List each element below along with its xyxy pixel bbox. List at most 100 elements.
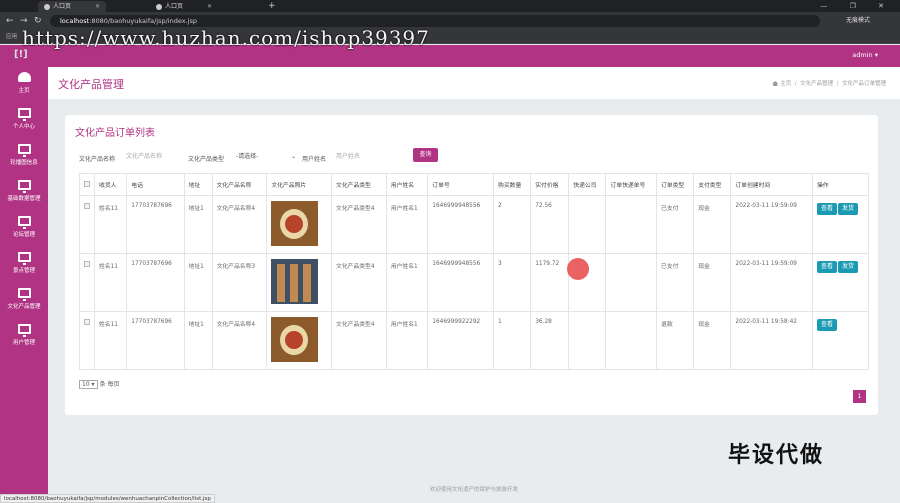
search-button[interactable]: 查询: [413, 148, 438, 162]
cell-actions: 查看: [812, 311, 869, 370]
cell-created: 2022-03-11 19:59:09: [730, 195, 813, 254]
page-size-select[interactable]: 10 ▾: [79, 380, 98, 389]
window-controls[interactable]: — ❐ ✕: [820, 0, 894, 12]
sidebar-item-users[interactable]: 用户管理: [0, 319, 48, 355]
cell-price: 1179.72: [530, 253, 570, 312]
view-button[interactable]: 查看: [817, 319, 838, 331]
new-tab-button[interactable]: +: [268, 0, 276, 12]
order-list-card: 文化产品订单列表 文化产品名称 文化产品名称 文化产品类型 -请选择- ⌄ 用户姓…: [65, 115, 878, 415]
col-pay-type: 支付类型: [693, 173, 732, 196]
select-all-checkbox[interactable]: [79, 173, 95, 196]
incognito-profile[interactable]: 无痕模式: [846, 15, 870, 27]
watermark-url: https://www.huzhan.com/ishop39397: [22, 26, 430, 50]
cell-product-type: 文化产品类型4: [331, 311, 387, 370]
view-button[interactable]: 查看: [817, 203, 838, 215]
cell-actions: 查看 发货: [812, 253, 869, 312]
monitor-icon: [17, 324, 31, 337]
page-title: 文化产品管理: [58, 78, 124, 91]
col-product-photo: 文化产品照片: [266, 173, 333, 196]
page-1-button[interactable]: 1: [853, 390, 866, 403]
page-size-label: 条 每页: [99, 381, 120, 388]
cell-quantity: 1: [493, 311, 532, 370]
sidebar-item-culture-products[interactable]: 文化产品管理: [0, 283, 48, 319]
page-size-control: 10 ▾ 条 每页: [79, 379, 119, 389]
page-footer: 欢迎使用文化遗产的保护与旅游开发: [429, 487, 518, 493]
cell-price: 72.56: [530, 195, 570, 254]
sidebar-item-basic-data[interactable]: 基础数据管理: [0, 175, 48, 211]
close-icon[interactable]: ✕: [207, 3, 212, 10]
col-actions: 操作: [812, 173, 869, 196]
monitor-icon: [17, 288, 31, 301]
col-order-type: 订单类型: [656, 173, 695, 196]
browser-tab-2[interactable]: 人口页 ✕: [150, 1, 218, 12]
browser-status-bar: localhost:8080/baohuyukaifa/jsp/modules/…: [0, 494, 215, 503]
cell-phone: 17703787696: [126, 195, 185, 254]
cell-user-name: 用户姓名1: [385, 311, 429, 370]
sidebar-item-home[interactable]: 主页: [0, 67, 48, 103]
globe-icon: [156, 3, 162, 10]
cell-order-type: 已支付: [656, 253, 695, 312]
ship-button[interactable]: 发货: [838, 203, 859, 215]
sidebar-item-scenic[interactable]: 景点管理: [0, 247, 48, 283]
sidebar-item-carousel[interactable]: 轮播图信息: [0, 139, 48, 175]
col-tracking: 订单快递单号: [605, 173, 658, 196]
col-receiver: 收货人: [93, 173, 128, 196]
product-name-label: 文化产品名称: [79, 156, 116, 163]
row-checkbox[interactable]: [79, 311, 95, 370]
browser-tab-1[interactable]: 人口页 ✕: [38, 1, 107, 12]
monitor-icon: [17, 252, 31, 265]
sidebar-item-forum[interactable]: 论坛管理: [0, 211, 48, 247]
view-button[interactable]: 查看: [817, 261, 838, 273]
cell-user-name: 用户姓名1: [385, 253, 429, 312]
cell-tracking: [605, 253, 658, 312]
cell-courier: [568, 195, 607, 254]
cell-pay-type: 现金: [693, 253, 732, 312]
col-created: 订单创建时间: [730, 173, 813, 196]
col-product-name: 文化产品名称: [211, 173, 268, 196]
monitor-icon: [17, 216, 31, 229]
cell-order-type: 已支付: [656, 195, 695, 254]
user-menu[interactable]: admin ▾: [852, 51, 878, 59]
monitor-icon: [17, 180, 31, 193]
cell-actions: 查看 发货: [812, 195, 869, 254]
user-name-input[interactable]: 用户姓名: [334, 151, 394, 163]
overlay-caption: 毕设代做: [728, 443, 825, 468]
ship-button[interactable]: 发货: [838, 261, 859, 273]
cell-product-photo: [266, 195, 333, 254]
sidebar-item-profile[interactable]: 个人中心: [0, 103, 48, 139]
cell-user-name: 用户姓名1: [385, 195, 429, 254]
cell-product-type: 文化产品类型4: [331, 253, 387, 312]
cell-pay-type: 现金: [693, 311, 732, 370]
row-checkbox[interactable]: [79, 253, 95, 312]
cell-courier: [568, 311, 607, 370]
col-courier: 快递公司: [568, 173, 607, 196]
table-row: 姓名11 17703787696 地址1 文化产品名称3 文化产品类型4 用户姓…: [79, 253, 869, 312]
product-type-select[interactable]: -请选择- ⌄: [236, 151, 296, 163]
col-user-name: 用户姓名: [385, 173, 429, 196]
chevron-down-icon: ⌄: [290, 153, 296, 160]
breadcrumb-current: 文化产品订单管理: [841, 81, 886, 87]
cell-address: 地址1: [183, 253, 213, 312]
product-photo-medal: [271, 317, 319, 362]
back-icon[interactable]: ←: [6, 15, 14, 27]
cell-phone: 17703787696: [126, 311, 185, 370]
breadcrumb-home[interactable]: 主页: [780, 81, 791, 87]
breadcrumb: 主页 / 文化产品管理 / 文化产品订单管理: [772, 79, 886, 87]
monitor-icon: [17, 108, 31, 121]
cell-address: 地址1: [183, 195, 213, 254]
cell-product-photo: [266, 253, 333, 312]
product-name-input[interactable]: 文化产品名称: [124, 151, 179, 163]
breadcrumb-section[interactable]: 文化产品管理: [800, 81, 833, 87]
cell-order-type: 退款: [656, 311, 695, 370]
col-product-type: 文化产品类型: [331, 173, 387, 196]
cell-pay-type: 现金: [693, 195, 732, 254]
col-order-no: 订单号: [427, 173, 495, 196]
cell-quantity: 2: [493, 195, 532, 254]
table-header-row: 收货人 电话 地址 文化产品名称 文化产品照片 文化产品类型 用户姓名 订单号 …: [79, 173, 869, 196]
row-checkbox[interactable]: [79, 195, 95, 254]
cell-receiver: 姓名11: [93, 253, 128, 312]
bookmark-apps[interactable]: 应用: [6, 32, 17, 42]
col-phone: 电话: [126, 173, 185, 196]
close-icon[interactable]: ✕: [95, 3, 100, 10]
cell-order-no: 1646999948556: [427, 253, 495, 312]
